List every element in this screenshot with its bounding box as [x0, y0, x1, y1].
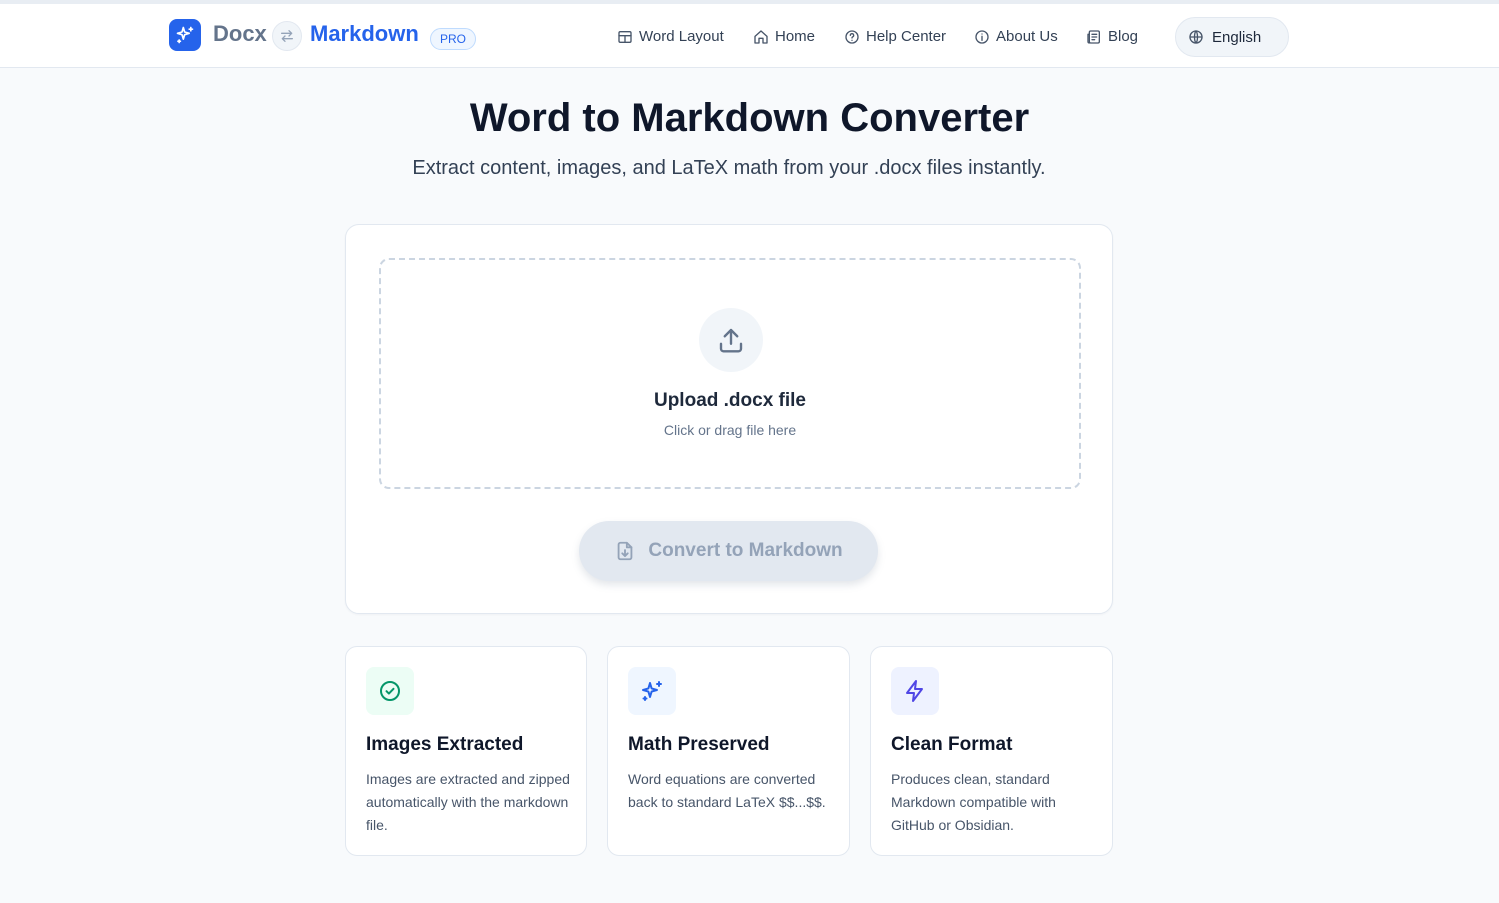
convert-button[interactable]: Convert to Markdown — [579, 521, 878, 581]
sparkles-icon — [628, 667, 676, 715]
layout-icon — [618, 30, 632, 43]
nav-label: Word Layout — [639, 28, 724, 45]
help-circle-icon — [845, 29, 859, 44]
feature-title: Images Extracted — [366, 734, 524, 755]
nav-label: Home — [775, 28, 816, 45]
feature-title: Math Preserved — [628, 734, 770, 755]
feature-description: Images are extracted and zipped automati… — [366, 771, 570, 833]
nav-label: Blog — [1108, 28, 1139, 45]
language-label: English — [1212, 28, 1262, 46]
pro-badge: PRO — [430, 28, 477, 50]
language-selector[interactable]: English — [1175, 17, 1289, 57]
globe-icon — [1189, 30, 1203, 44]
swap-arrows-icon — [272, 21, 302, 51]
page-title: Word to Markdown Converter — [469, 96, 1030, 140]
logo-sparkles-icon[interactable] — [169, 19, 201, 51]
feature-card-format: Clean Format Produces clean, standard Ma… — [870, 646, 1113, 856]
info-icon — [975, 29, 989, 44]
feature-card-math: Math Preserved Word equations are conver… — [607, 646, 850, 856]
nav-word-layout[interactable]: Word Layout — [617, 28, 724, 45]
upload-icon — [699, 308, 763, 372]
converter-card: Upload .docx file Click or drag file her… — [345, 224, 1113, 614]
nav-blog[interactable]: Blog — [1086, 28, 1138, 45]
nav-about-us[interactable]: About Us — [974, 28, 1058, 45]
zap-icon — [891, 667, 939, 715]
upload-title: Upload .docx file — [653, 390, 807, 411]
nav-home[interactable]: Home — [753, 28, 815, 45]
nav-label: About Us — [996, 28, 1058, 45]
newspaper-icon — [1087, 29, 1100, 44]
file-download-icon — [618, 541, 633, 561]
top-navbar: Docx Markdown PRO Word Layout Home Help … — [0, 0, 1499, 68]
feature-description: Produces clean, standard Markdown compat… — [891, 771, 1056, 833]
file-dropzone[interactable]: Upload .docx file Click or drag file her… — [379, 258, 1081, 489]
feature-card-images: Images Extracted Images are extracted an… — [345, 646, 587, 856]
nav-help-center[interactable]: Help Center — [844, 28, 946, 45]
brand-markdown[interactable]: Markdown — [310, 21, 419, 47]
feature-description: Word equations are converted back to sta… — [628, 771, 826, 810]
convert-button-label: Convert to Markdown — [648, 540, 843, 561]
nav-label: Help Center — [866, 28, 947, 45]
home-icon — [754, 29, 768, 44]
upload-hint: Click or drag file here — [663, 422, 797, 438]
check-circle-icon — [366, 667, 414, 715]
page-subtitle: Extract content, images, and LaTeX math … — [412, 157, 1046, 179]
brand-docx[interactable]: Docx — [213, 21, 267, 47]
feature-title: Clean Format — [891, 734, 1013, 755]
